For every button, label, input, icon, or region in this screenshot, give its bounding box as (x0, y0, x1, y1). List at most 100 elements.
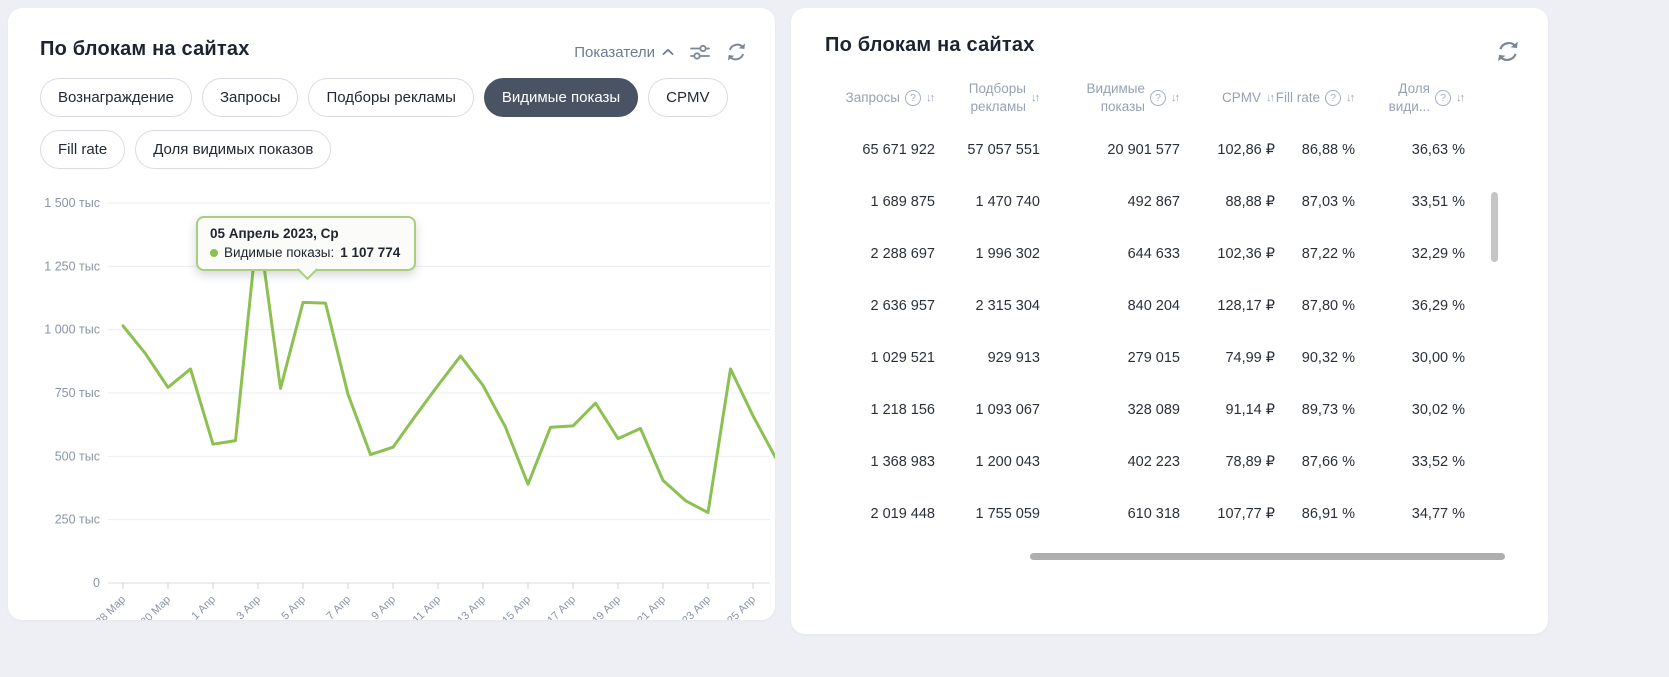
svg-text:30 Мар: 30 Мар (139, 594, 174, 620)
metric-chip-4[interactable]: Видимые показы (484, 78, 638, 117)
cell: 87,03 % (1275, 194, 1355, 210)
table-header-row: Запросы?↓↑Подборы рекламы↓↑Видимые показ… (825, 72, 1485, 124)
svg-text:1 Апр: 1 Апр (189, 594, 218, 620)
help-icon[interactable]: ? (1325, 90, 1341, 106)
cell: 1 470 740 (935, 194, 1040, 210)
series-dot-icon (210, 249, 218, 257)
svg-text:15 Апр: 15 Апр (500, 594, 533, 620)
cell: 20 901 577 (1040, 142, 1180, 158)
chart-toolbar: Показатели (574, 42, 747, 62)
sort-icon[interactable]: ↓↑ (1171, 92, 1180, 104)
metric-chip-2[interactable]: Запросы (202, 78, 299, 117)
line-chart[interactable]: 0250 тыс500 тыс750 тыс1 000 тыс1 250 тыс… (8, 180, 775, 620)
table-title: По блокам на сайтах (825, 34, 1035, 57)
sort-icon[interactable]: ↓↑ (1031, 92, 1040, 104)
table-row[interactable]: 2 288 6971 996 302644 633102,36 ₽87,22 %… (825, 228, 1485, 280)
svg-text:250 тыс: 250 тыс (55, 513, 100, 527)
svg-text:25 Апр: 25 Апр (725, 594, 758, 620)
cell: 1 689 875 (825, 194, 935, 210)
column-header-label: Подборы рекламы (935, 80, 1026, 115)
svg-text:3 Апр: 3 Апр (234, 594, 263, 620)
sort-icon[interactable]: ↓↑ (1266, 92, 1275, 104)
metric-chip-3[interactable]: Подборы рекламы (308, 78, 473, 117)
cell: 102,86 ₽ (1180, 142, 1275, 158)
metric-chip-5[interactable]: CPMV (648, 78, 727, 117)
column-header-label: CPMV (1222, 89, 1261, 107)
cell: 32,29 % (1355, 246, 1465, 262)
table-row[interactable]: 2 019 4481 755 059610 318107,77 ₽86,91 %… (825, 488, 1485, 540)
sort-icon[interactable]: ↓↑ (1456, 92, 1465, 104)
sort-icon[interactable]: ↓↑ (926, 92, 935, 104)
cell: 78,89 ₽ (1180, 454, 1275, 470)
tooltip-series-label: Видимые показы: (224, 245, 334, 260)
vertical-scrollbar[interactable] (1491, 192, 1498, 262)
column-header[interactable]: Подборы рекламы ↓↑ (935, 72, 1040, 124)
help-icon[interactable]: ? (905, 90, 921, 106)
cell: 91,14 ₽ (1180, 402, 1275, 418)
table-row[interactable]: 1 218 1561 093 067328 08991,14 ₽89,73 %3… (825, 384, 1485, 436)
svg-text:17 Апр: 17 Апр (545, 594, 578, 620)
tooltip-date: 05 Апрель 2023, Ср (210, 226, 400, 241)
cell: 33,52 % (1355, 454, 1465, 470)
help-icon[interactable]: ? (1435, 90, 1451, 106)
cell: 102,36 ₽ (1180, 246, 1275, 262)
cell: 1 996 302 (935, 246, 1040, 262)
metric-chip-6[interactable]: Fill rate (40, 130, 125, 169)
cell: 87,66 % (1275, 454, 1355, 470)
svg-text:11 Апр: 11 Апр (411, 594, 443, 620)
cell: 1 200 043 (935, 454, 1040, 470)
cell: 1 029 521 (825, 350, 935, 366)
svg-text:7 Апр: 7 Апр (324, 594, 353, 620)
cell: 2 315 304 (935, 298, 1040, 314)
dashboard-page: { "left_panel": { "title": "По блокам на… (0, 0, 1669, 677)
cell: 1 368 983 (825, 454, 935, 470)
refresh-icon[interactable] (726, 42, 747, 62)
column-header[interactable]: Доля види...? ↓↑ (1355, 72, 1465, 124)
cell: 57 057 551 (935, 142, 1040, 158)
svg-text:750 тыс: 750 тыс (55, 386, 100, 400)
by-blocks-table-card: По блокам на сайтах Запросы?↓↑Подборы ре… (791, 8, 1548, 634)
table-row[interactable]: 2 636 9572 315 304840 204128,17 ₽87,80 %… (825, 280, 1485, 332)
metrics-dropdown[interactable]: Показатели (574, 44, 674, 61)
sort-icon[interactable]: ↓↑ (1346, 92, 1355, 104)
cell: 644 633 (1040, 246, 1180, 262)
metric-chips: Вознаграждение ЗапросыПодборы рекламы Види… (40, 78, 746, 169)
column-header-label: Fill rate (1276, 89, 1320, 107)
cell: 840 204 (1040, 298, 1180, 314)
horizontal-scrollbar[interactable] (1030, 553, 1505, 560)
totals-row[interactable]: 65 671 92257 057 55120 901 577102,86 ₽86… (825, 124, 1485, 176)
column-header[interactable]: Видимые показы?↓↑ (1040, 72, 1180, 124)
column-header[interactable]: CPMV ↓↑ (1180, 72, 1275, 124)
cell: 87,80 % (1275, 298, 1355, 314)
cell: 2 288 697 (825, 246, 935, 262)
chart-tooltip: 05 Апрель 2023, Ср Видимые показы: 1 107… (196, 216, 416, 271)
table-row[interactable]: 1 368 9831 200 043402 22378,89 ₽87,66 %3… (825, 436, 1485, 488)
cell: 1 755 059 (935, 506, 1040, 522)
refresh-icon[interactable] (1496, 40, 1520, 63)
table-row[interactable]: 1 029 521929 913279 01574,99 ₽90,32 %30,… (825, 332, 1485, 384)
cell: 929 913 (935, 350, 1040, 366)
column-header-label: Доля види... (1355, 80, 1430, 115)
page-title: По блокам на сайтах (40, 38, 250, 61)
cell: 279 015 (1040, 350, 1180, 366)
svg-text:9 Апр: 9 Апр (369, 594, 398, 620)
cell: 1 093 067 (935, 402, 1040, 418)
column-header[interactable]: Fill rate? ↓↑ (1275, 72, 1355, 124)
svg-text:23 Апр: 23 Апр (680, 594, 713, 620)
metrics-dropdown-label: Показатели (574, 44, 655, 61)
svg-text:5 Апр: 5 Апр (279, 594, 308, 620)
cell: 88,88 ₽ (1180, 194, 1275, 210)
sliders-icon[interactable] (690, 43, 710, 61)
table-row[interactable]: 1 689 8751 470 740492 86788,88 ₽87,03 %3… (825, 176, 1485, 228)
cell: 74,99 ₽ (1180, 350, 1275, 366)
cell: 492 867 (1040, 194, 1180, 210)
metric-chip-7[interactable]: Доля видимых показов (135, 130, 331, 169)
cell: 36,29 % (1355, 298, 1465, 314)
metric-chip-1[interactable]: Вознаграждение (40, 78, 192, 117)
help-icon[interactable]: ? (1150, 90, 1166, 106)
cell: 34,77 % (1355, 506, 1465, 522)
by-blocks-chart-card: По блокам на сайтах Показатели (8, 8, 775, 620)
cell: 1 218 156 (825, 402, 935, 418)
table-body: 65 671 92257 057 55120 901 577102,86 ₽86… (825, 124, 1485, 540)
column-header[interactable]: Запросы?↓↑ (825, 72, 935, 124)
